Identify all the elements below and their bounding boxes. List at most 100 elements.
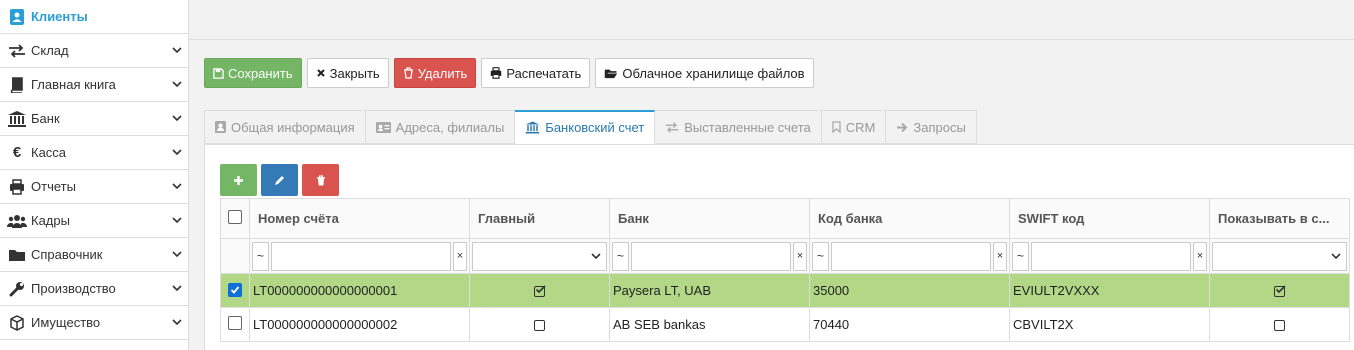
tab-label: Запросы xyxy=(913,119,966,135)
print-icon xyxy=(491,67,502,79)
filter-clear-button[interactable]: × xyxy=(793,241,807,271)
delete-row-button[interactable] xyxy=(302,164,339,196)
chevron-down-icon xyxy=(172,217,182,224)
tab-label: CRM xyxy=(845,119,876,135)
sidebar-item-warehouse[interactable]: Склад xyxy=(0,34,188,68)
chevron-down-icon xyxy=(172,81,182,88)
save-label: Сохранить xyxy=(228,65,293,81)
select-all-checkbox[interactable] xyxy=(228,210,242,224)
row-checkbox[interactable] xyxy=(228,316,242,330)
edit-row-button[interactable] xyxy=(261,164,298,196)
checked-square-icon xyxy=(534,285,546,298)
filter-clear-button[interactable]: × xyxy=(993,241,1007,271)
sidebar-item-ledger[interactable]: Главная книга xyxy=(0,68,188,102)
exchange-icon xyxy=(6,42,28,60)
filter-cell-swift: ~ × xyxy=(1009,238,1210,274)
user-card-icon xyxy=(215,121,226,133)
print-label: Распечатать xyxy=(506,65,582,81)
table-row[interactable]: LT000000000000000001 Paysera LT, UAB 350… xyxy=(220,273,1350,308)
cloud-storage-button[interactable]: Облачное хранилище файлов xyxy=(595,58,814,88)
arrow-right-icon xyxy=(897,122,908,132)
sidebar-item-clients[interactable]: Клиенты xyxy=(0,0,188,34)
add-row-button[interactable] xyxy=(220,164,257,196)
column-header-bank[interactable]: Банк xyxy=(609,198,810,239)
show-flag-cell xyxy=(1209,273,1350,308)
select-all-cell xyxy=(220,198,250,239)
save-button[interactable]: Сохранить xyxy=(204,58,302,88)
column-header-show[interactable]: Показывать в с... xyxy=(1209,198,1350,239)
pencil-icon xyxy=(275,175,284,185)
tab-crm[interactable]: CRM xyxy=(821,110,887,144)
filter-swift-input[interactable] xyxy=(1031,241,1191,271)
empty-square-icon xyxy=(534,320,545,332)
filter-operator-button[interactable]: ~ xyxy=(612,241,629,271)
chevron-down-icon xyxy=(172,251,182,258)
filter-cell-empty xyxy=(220,238,250,274)
sidebar-item-production[interactable]: Производство xyxy=(0,272,188,306)
main-area: Сохранить Закрыть Удалить Распечатать Об… xyxy=(189,0,1354,350)
book-icon xyxy=(6,76,28,94)
chevron-down-icon xyxy=(172,149,182,156)
bank-icon xyxy=(526,121,540,134)
filter-clear-button[interactable]: × xyxy=(1193,241,1207,271)
tab-label: Общая информация xyxy=(231,119,355,135)
filter-operator-button[interactable]: ~ xyxy=(812,241,829,271)
cube-icon xyxy=(6,314,28,332)
row-checkbox[interactable] xyxy=(228,283,242,297)
account-number-cell: LT000000000000000002 xyxy=(249,307,470,342)
sidebar-item-label: Отчеты xyxy=(31,179,76,194)
filter-show-select[interactable] xyxy=(1212,241,1347,271)
filter-cell-bank-code: ~ × xyxy=(809,238,1010,274)
delete-label: Удалить xyxy=(417,65,468,81)
print-button[interactable]: Распечатать xyxy=(481,58,591,88)
filter-main-select[interactable] xyxy=(472,241,607,271)
main-flag-cell xyxy=(469,307,610,342)
sidebar-item-label: Производство xyxy=(31,281,116,296)
tab-bank-account[interactable]: Банковский счет xyxy=(515,110,656,144)
check-icon xyxy=(230,286,240,294)
filter-account-input[interactable] xyxy=(271,241,451,271)
chevron-down-icon xyxy=(172,285,182,292)
close-label: Закрыть xyxy=(329,65,380,81)
sidebar-item-label: Клиенты xyxy=(31,9,88,24)
column-header-account[interactable]: Номер счёта xyxy=(249,198,470,239)
sidebar-item-reports[interactable]: Отчеты xyxy=(0,170,188,204)
close-button[interactable]: Закрыть xyxy=(306,58,389,88)
show-flag-cell xyxy=(1209,307,1350,342)
column-header-bank-code[interactable]: Код банка xyxy=(809,198,1010,239)
id-card-icon xyxy=(375,121,391,133)
filter-cell-bank: ~ × xyxy=(609,238,810,274)
tab-general[interactable]: Общая информация xyxy=(204,110,366,144)
filter-cell-show xyxy=(1209,238,1350,274)
sidebar-item-cash[interactable]: € Касса xyxy=(0,136,188,170)
sidebar-item-directory[interactable]: Справочник xyxy=(0,238,188,272)
chevron-down-icon xyxy=(172,183,182,190)
bank-name-cell: Paysera LT, UAB xyxy=(609,273,810,308)
cloud-storage-label: Облачное хранилище файлов xyxy=(622,65,805,81)
tab-requests[interactable]: Запросы xyxy=(886,110,977,144)
tab-addresses[interactable]: Адреса, филиалы xyxy=(365,110,516,144)
tab-invoices[interactable]: Выставленные счета xyxy=(655,110,822,144)
filter-bank-code-input[interactable] xyxy=(831,241,991,271)
filter-operator-button[interactable]: ~ xyxy=(1012,241,1029,271)
wrench-icon xyxy=(6,280,28,298)
tab-label: Банковский счет xyxy=(545,120,645,135)
sidebar-item-assets[interactable]: Имущество xyxy=(0,306,188,340)
sidebar-item-bank[interactable]: Банк xyxy=(0,102,188,136)
address-book-icon xyxy=(6,8,28,26)
filter-operator-button[interactable]: ~ xyxy=(252,241,269,271)
swift-code-cell: EVIULT2VXXX xyxy=(1009,273,1210,308)
table-row[interactable]: LT000000000000000002 AB SEB bankas 70440… xyxy=(220,307,1350,342)
filter-cell-account: ~ × xyxy=(249,238,470,274)
filter-cell-main xyxy=(469,238,610,274)
grid-toolbar xyxy=(220,164,339,196)
chevron-down-icon xyxy=(1331,253,1341,260)
filter-bank-input[interactable] xyxy=(631,241,791,271)
filter-clear-button[interactable]: × xyxy=(453,241,467,271)
sidebar-item-hr[interactable]: Кадры xyxy=(0,204,188,238)
column-header-main[interactable]: Главный xyxy=(469,198,610,239)
column-header-swift[interactable]: SWIFT код xyxy=(1009,198,1210,239)
sidebar-item-label: Справочник xyxy=(31,247,103,262)
trash-icon xyxy=(316,174,325,185)
delete-button[interactable]: Удалить xyxy=(393,58,477,88)
